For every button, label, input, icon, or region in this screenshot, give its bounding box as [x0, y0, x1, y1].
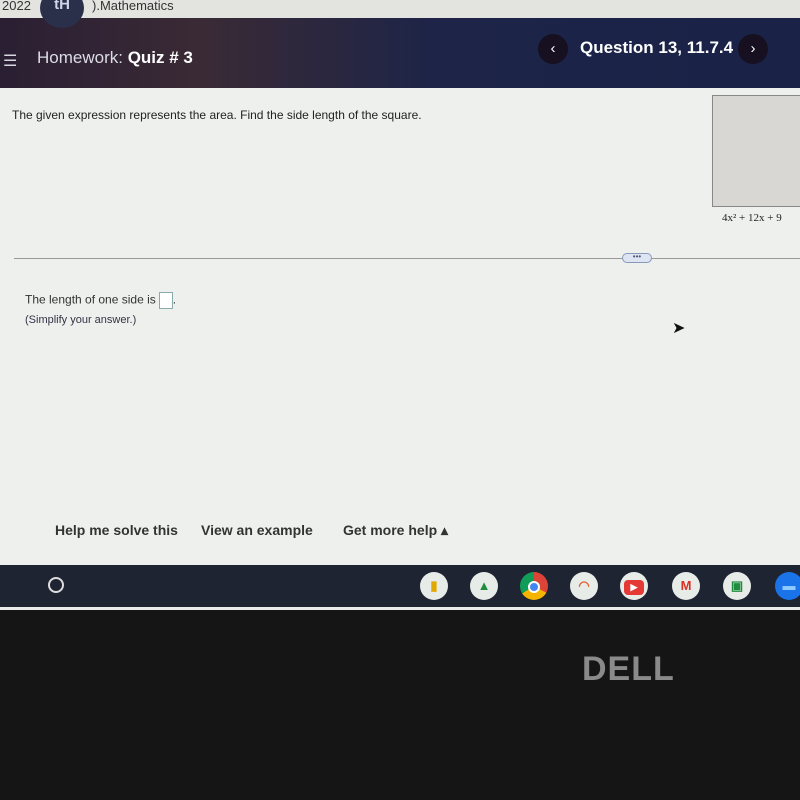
divider-handle[interactable]: •••	[622, 253, 652, 263]
area-expression: 4x² + 12x + 9	[722, 212, 782, 224]
quiz-header: ☰ Homework: Quiz # 3 ‹ Question 13, 11.7…	[0, 18, 800, 88]
gmail-icon[interactable]: M	[672, 572, 700, 600]
question-content: The given expression represents the area…	[0, 88, 800, 565]
answer-label: The length of one side is	[25, 292, 156, 307]
dell-logo: DELL	[582, 650, 675, 688]
question-prompt: The given expression represents the area…	[12, 108, 422, 122]
answer-suffix: .	[172, 292, 177, 307]
answer-hint: (Simplify your answer.)	[25, 314, 137, 326]
classroom-icon[interactable]: ▣	[723, 572, 751, 600]
help-me-solve-button[interactable]: Help me solve this	[55, 522, 178, 538]
mouse-cursor-icon: ➤	[672, 320, 686, 337]
doc-title: ).Mathematics	[92, 0, 174, 13]
tab-text: 2022	[2, 0, 31, 13]
photos-icon[interactable]: ◠	[570, 572, 598, 600]
answer-input[interactable]	[158, 292, 173, 309]
page-title: Homework: Quiz # 3	[37, 48, 193, 68]
browser-tab-strip: 2022 ).Mathematics	[0, 0, 800, 18]
taskbar: ▮ ▲ ◠ ▶ M ▣ ▬	[0, 565, 800, 607]
previous-question-button[interactable]: ‹	[538, 34, 568, 64]
get-more-help-button[interactable]: Get more help ▴	[343, 522, 448, 539]
laptop-screen: 2022 ).Mathematics tH ☰ Homework: Quiz #…	[0, 0, 800, 610]
next-question-button[interactable]: ›	[738, 34, 768, 64]
question-label: Question 13, 11.7.4	[580, 38, 734, 57]
youtube-icon[interactable]: ▶	[624, 580, 644, 595]
files-icon[interactable]: ▬	[775, 572, 800, 600]
hamburger-icon[interactable]: ☰	[3, 51, 17, 71]
answer-line: The length of one side is.	[25, 292, 176, 309]
quiz-title: Quiz # 3	[127, 48, 193, 67]
square-figure	[712, 95, 800, 207]
keep-icon[interactable]: ▮	[420, 572, 448, 600]
chrome-icon[interactable]	[520, 572, 548, 600]
launcher-icon[interactable]	[48, 577, 64, 593]
view-example-button[interactable]: View an example	[201, 522, 313, 538]
pane-divider	[14, 258, 800, 259]
drive-icon[interactable]: ▲	[470, 572, 498, 600]
section-label: Homework:	[37, 48, 123, 67]
